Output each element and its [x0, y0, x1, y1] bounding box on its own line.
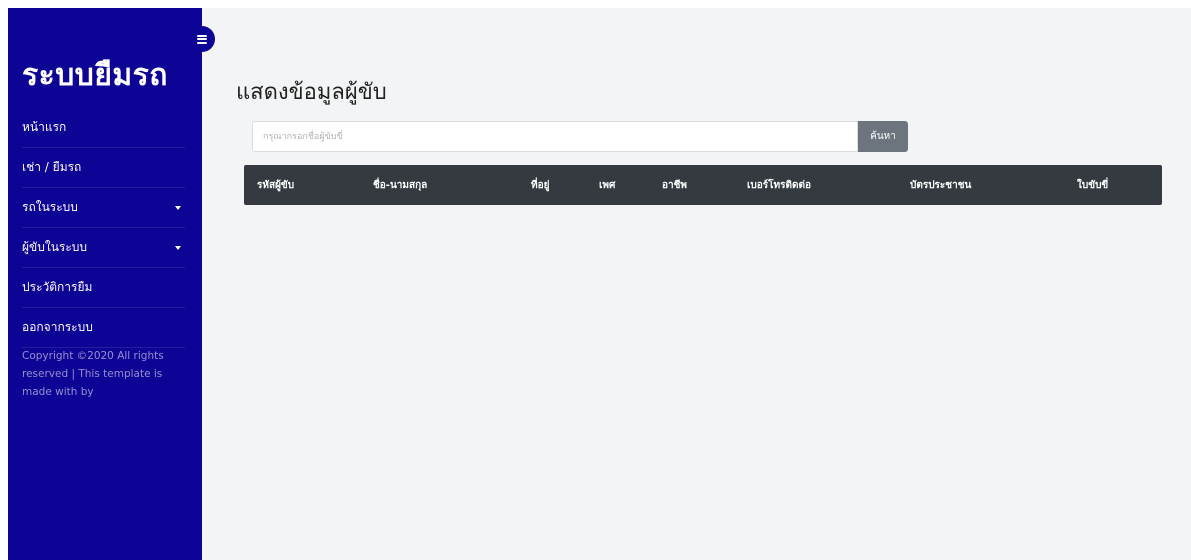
column-header-address: ที่อยู่ [531, 180, 550, 191]
sidebar-item-history[interactable]: ประวัติการยืม [22, 268, 185, 308]
brand-title: ระบบยืมรถ [22, 58, 168, 93]
page-title: แสดงข้อมูลผู้ขับ [236, 80, 387, 105]
search-button[interactable]: ค้นหา [858, 121, 908, 152]
sidebar-menu: หน้าแรก เช่า / ยืมรถ รถในระบบ ผู้ขับในระ… [22, 108, 185, 348]
sidebar-item-rent-borrow[interactable]: เช่า / ยืมรถ [22, 148, 185, 188]
sidebar-item-drivers[interactable]: ผู้ขับในระบบ [22, 228, 185, 268]
column-header-gender: เพศ [599, 180, 616, 191]
sidebar-item-label: ประวัติการยืม [22, 280, 93, 294]
sidebar-item-home[interactable]: หน้าแรก [22, 108, 185, 148]
sidebar: ระบบยืมรถ หน้าแรก เช่า / ยืมรถ รถในระบบ … [8, 8, 202, 560]
column-header-id-card: บัตรประชาชน [910, 180, 972, 191]
sidebar-item-cars[interactable]: รถในระบบ [22, 188, 185, 228]
sidebar-item-label: เช่า / ยืมรถ [22, 160, 82, 174]
column-header-full-name: ชื่อ-นามสกุล [373, 180, 428, 191]
hamburger-icon [197, 34, 207, 44]
column-header-occupation: อาชีพ [662, 180, 687, 191]
drivers-table-header: รหัสผู้ขับ ชื่อ-นามสกุล ที่อยู่ เพศ อาชี… [244, 165, 1162, 205]
column-header-driver-id: รหัสผู้ขับ [257, 180, 295, 191]
copyright-text: Copyright ©2020 All rights reserved | Th… [22, 350, 164, 398]
caret-down-icon [175, 205, 181, 210]
column-header-phone: เบอร์โทรติดต่อ [747, 180, 811, 191]
caret-down-icon [175, 245, 181, 250]
column-header-driver-license: ใบขับขี่ [1077, 180, 1109, 191]
sidebar-item-logout[interactable]: ออกจากระบบ [22, 308, 185, 348]
sidebar-item-label: ออกจากระบบ [22, 320, 93, 334]
driver-search-input[interactable] [252, 121, 858, 152]
sidebar-item-label: ผู้ขับในระบบ [22, 240, 88, 254]
sidebar-item-label: หน้าแรก [22, 120, 67, 134]
sidebar-toggle-button[interactable] [189, 26, 215, 52]
sidebar-item-label: รถในระบบ [22, 200, 78, 214]
app-frame: ระบบยืมรถ หน้าแรก เช่า / ยืมรถ รถในระบบ … [8, 8, 1191, 560]
